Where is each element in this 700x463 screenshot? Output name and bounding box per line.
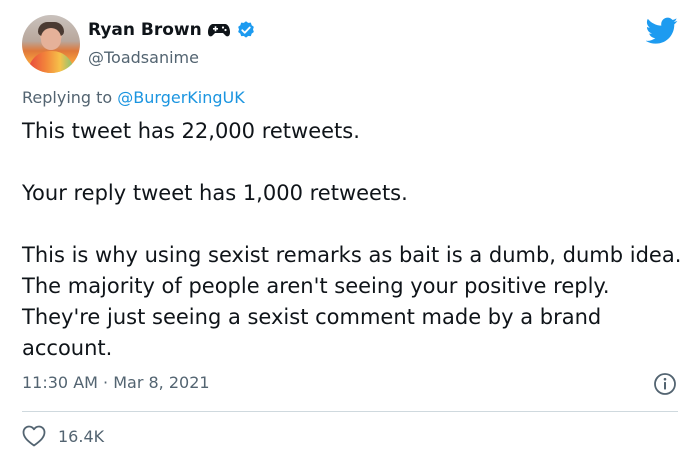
replying-to-mention-link[interactable]: @BurgerKingUK — [117, 88, 244, 107]
author-handle[interactable]: @Toadsanime — [88, 48, 199, 67]
heart-icon[interactable] — [22, 425, 46, 447]
avatar-face — [41, 28, 61, 50]
verified-icon — [237, 21, 254, 38]
gamepad-icon — [207, 24, 230, 37]
tweet-paragraph: This tweet has 22,000 retweets. — [22, 119, 360, 143]
replying-to-prefix: Replying to — [22, 88, 113, 107]
tweet-text: This tweet has 22,000 retweets. Your rep… — [22, 116, 682, 364]
tweet-timestamp[interactable]: 11:30 AM · Mar 8, 2021 — [22, 373, 210, 392]
replying-to-line: Replying to @BurgerKingUK — [22, 88, 245, 107]
info-icon[interactable] — [653, 372, 677, 396]
author-name-row: Ryan Brown — [88, 20, 256, 40]
twitter-logo-icon[interactable] — [646, 17, 678, 45]
divider — [22, 411, 678, 412]
like-action[interactable]: 16.4K — [22, 425, 104, 447]
avatar-shirt — [28, 51, 74, 73]
avatar[interactable] — [22, 15, 80, 73]
author-display-name[interactable]: Ryan Brown — [88, 20, 202, 40]
like-count: 16.4K — [58, 426, 105, 446]
tweet-paragraph: This is why using sexist remarks as bait… — [22, 243, 682, 360]
tweet-paragraph: Your reply tweet has 1,000 retweets. — [22, 181, 408, 205]
